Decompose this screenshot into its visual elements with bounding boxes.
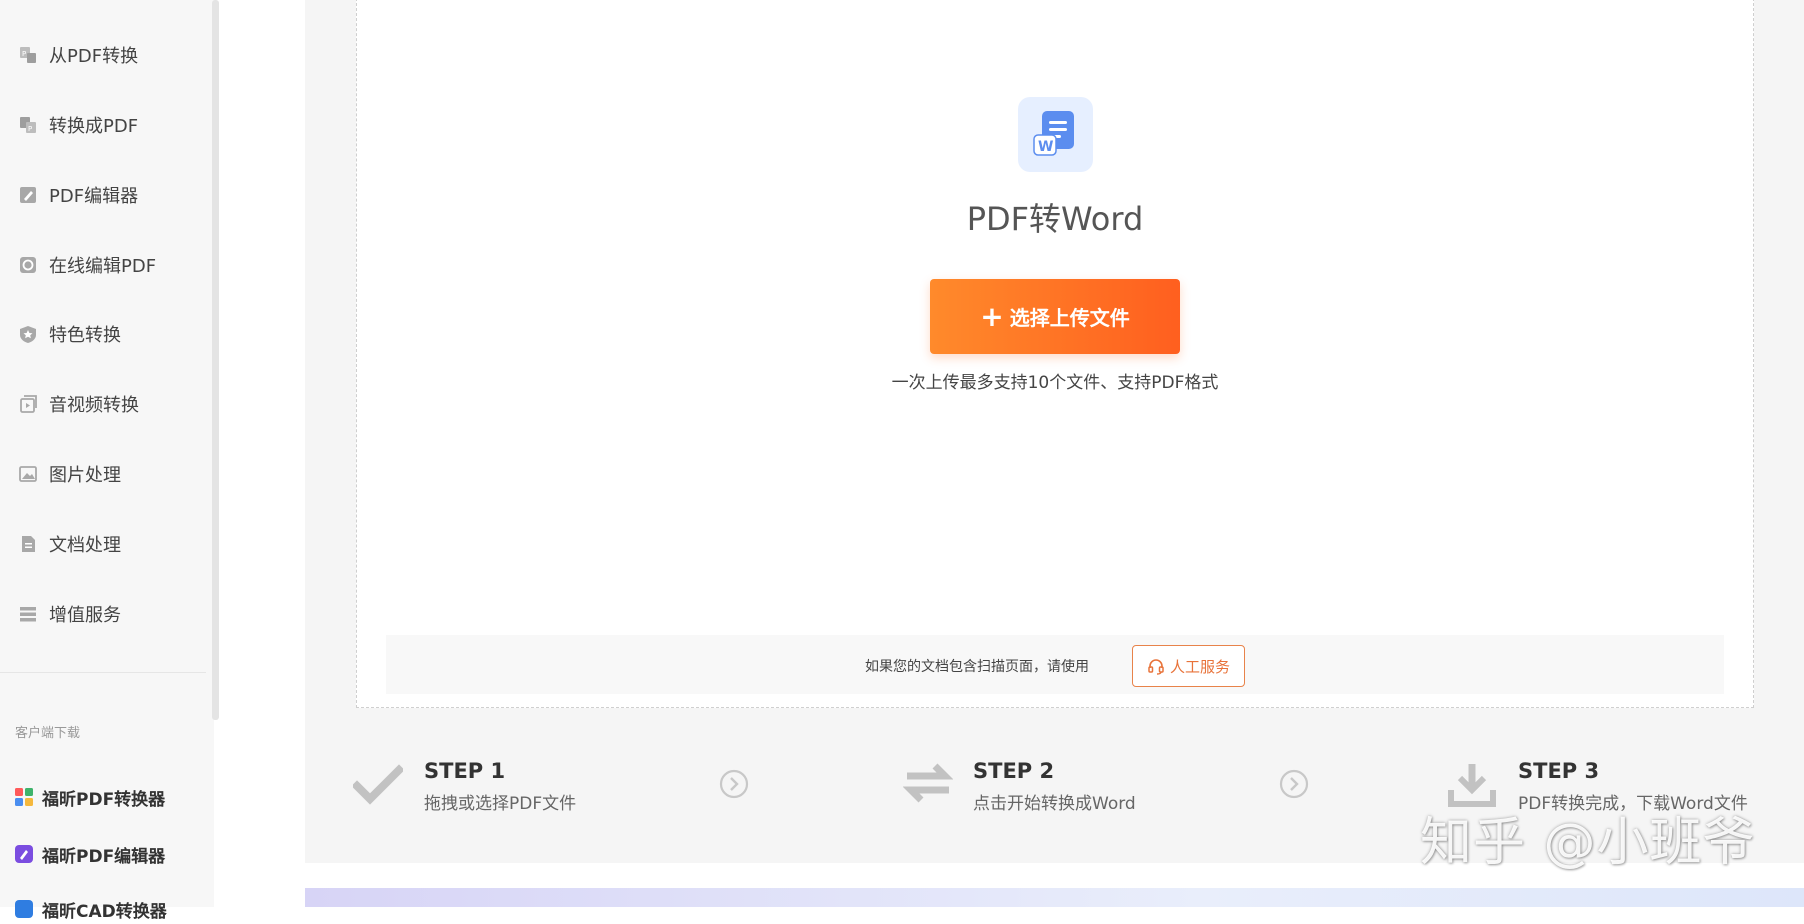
sidebar-item-pdf-editor[interactable]: PDF编辑器: [0, 170, 210, 220]
sidebar-item-label: PDF编辑器: [49, 186, 139, 207]
download-converter[interactable]: 福昕PDF转换器: [14, 782, 165, 812]
sidebar-item-online-edit[interactable]: 在线编辑PDF: [0, 240, 210, 290]
sidebar-item-label: 特色转换: [49, 325, 121, 346]
sidebar-item-from-pdf[interactable]: P 从PDF转换: [0, 30, 210, 80]
sidebar: P 从PDF转换 P 转换成PDF PDF编辑器 在线编辑PDF 特色转换 音视…: [0, 0, 214, 922]
download-label: 福昕CAD转换器: [42, 901, 167, 922]
download-label: 福昕PDF转换器: [42, 789, 166, 810]
sidebar-item-label: 从PDF转换: [49, 46, 139, 67]
editor-app-icon: [14, 844, 34, 864]
step-3-title: STEP 3: [1518, 759, 1600, 783]
sidebar-item-media[interactable]: 音视频转换: [0, 379, 210, 429]
plus-icon: +: [980, 299, 1004, 333]
word-document-icon: W: [1018, 97, 1093, 172]
page-title: PDF转Word: [966, 200, 1144, 238]
bottom-banner: [305, 888, 1804, 907]
pdf-convert-icon: P: [18, 45, 38, 65]
scan-notice-text: 如果您的文档包含扫描页面，请使用: [865, 659, 1089, 675]
sidebar-item-label: 转换成PDF: [49, 116, 139, 137]
svg-text:W: W: [1038, 139, 1053, 155]
sidebar-item-to-pdf[interactable]: P 转换成PDF: [0, 100, 210, 150]
svg-text:P: P: [22, 50, 26, 58]
sidebar-item-label: 增值服务: [49, 605, 121, 626]
to-pdf-icon: P: [18, 115, 38, 135]
sidebar-item-featured[interactable]: 特色转换: [0, 309, 210, 359]
sidebar-item-value-added[interactable]: 增值服务: [0, 589, 210, 639]
media-convert-icon: [18, 394, 38, 414]
sidebar-divider: [0, 672, 206, 673]
cad-app-icon: [14, 899, 34, 919]
sidebar-item-label: 音视频转换: [49, 395, 139, 416]
sidebar-item-label: 文档处理: [49, 535, 121, 556]
converter-app-icon: [14, 787, 34, 807]
chevron-right-icon: [718, 768, 750, 800]
manual-service-button[interactable]: 人工服务: [1132, 645, 1245, 687]
image-process-icon: [18, 464, 38, 484]
manual-service-label: 人工服务: [1169, 657, 1230, 676]
document-icon: [18, 534, 38, 554]
upload-file-button[interactable]: + 选择上传文件: [930, 279, 1180, 354]
star-shield-icon: [18, 324, 38, 344]
chevron-right-icon: [1278, 768, 1310, 800]
download-cad[interactable]: 福昕CAD转换器: [14, 894, 167, 924]
sidebar-item-label: 在线编辑PDF: [49, 256, 157, 277]
checkmark-icon: [351, 760, 405, 810]
step-2-title: STEP 2: [973, 759, 1055, 783]
step-2-desc: 点击开始转换成Word: [973, 794, 1136, 814]
sidebar-item-document[interactable]: 文档处理: [0, 519, 210, 569]
svg-text:P: P: [28, 125, 32, 133]
swap-arrows-icon: [902, 758, 954, 808]
headset-icon: [1147, 657, 1165, 675]
sidebar-item-label: 图片处理: [49, 465, 121, 486]
sidebar-scrollbar[interactable]: [212, 0, 219, 720]
list-icon: [18, 604, 38, 624]
watermark: 知乎 @小班爷: [1420, 813, 1756, 873]
download-editor[interactable]: 福昕PDF编辑器: [14, 839, 165, 869]
step-1-title: STEP 1: [424, 759, 506, 783]
download-section-title: 客户端下载: [15, 726, 81, 741]
online-edit-icon: [18, 255, 38, 275]
upload-hint: 一次上传最多支持10个文件、支持PDF格式: [891, 373, 1219, 393]
pdf-editor-icon: [18, 185, 38, 205]
download-label: 福昕PDF编辑器: [42, 846, 166, 867]
upload-button-label: 选择上传文件: [1009, 306, 1130, 330]
step-1-desc: 拖拽或选择PDF文件: [424, 794, 577, 814]
sidebar-item-image[interactable]: 图片处理: [0, 449, 210, 499]
